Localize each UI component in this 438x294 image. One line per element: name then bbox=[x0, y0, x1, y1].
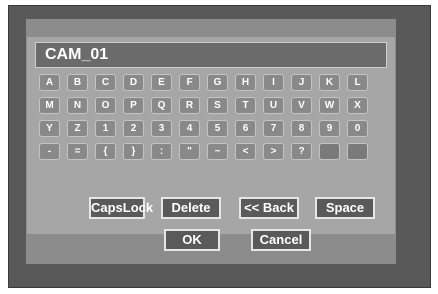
key[interactable]: S bbox=[207, 97, 228, 114]
key[interactable]: H bbox=[235, 74, 256, 91]
key[interactable]: G bbox=[207, 74, 228, 91]
key[interactable]: " bbox=[179, 143, 200, 160]
key-blank[interactable] bbox=[319, 143, 340, 160]
virtual-keyboard-dialog: CAM_01 ABCDEFGHIJKL MNOPQRSTUVWX YZ12345… bbox=[27, 37, 395, 251]
key[interactable]: Q bbox=[151, 97, 172, 114]
dialog-buttons: OK Cancel bbox=[27, 229, 395, 253]
key[interactable]: F bbox=[179, 74, 200, 91]
key[interactable]: 7 bbox=[263, 120, 284, 137]
space-button[interactable]: Space bbox=[315, 197, 375, 219]
key[interactable]: D bbox=[123, 74, 144, 91]
key[interactable]: } bbox=[123, 143, 144, 160]
key-row-4: - = {}: " ~ < >? bbox=[37, 143, 387, 160]
key[interactable]: L bbox=[347, 74, 368, 91]
key[interactable]: = bbox=[67, 143, 88, 160]
key[interactable]: Z bbox=[67, 120, 88, 137]
key[interactable]: I bbox=[263, 74, 284, 91]
key[interactable]: X bbox=[347, 97, 368, 114]
key[interactable]: E bbox=[151, 74, 172, 91]
key[interactable]: O bbox=[95, 97, 116, 114]
key[interactable]: 5 bbox=[207, 120, 228, 137]
key[interactable]: ~ bbox=[207, 143, 228, 160]
delete-button[interactable]: Delete bbox=[161, 197, 221, 219]
key[interactable]: 4 bbox=[179, 120, 200, 137]
key[interactable]: > bbox=[263, 143, 284, 160]
key[interactable]: { bbox=[95, 143, 116, 160]
key[interactable]: K bbox=[319, 74, 340, 91]
key[interactable]: 9 bbox=[319, 120, 340, 137]
key[interactable]: ? bbox=[291, 143, 312, 160]
key[interactable]: W bbox=[319, 97, 340, 114]
cancel-button[interactable]: Cancel bbox=[251, 229, 311, 251]
key[interactable]: < bbox=[235, 143, 256, 160]
ok-button[interactable]: OK bbox=[164, 229, 220, 251]
key[interactable]: 0 bbox=[347, 120, 368, 137]
key[interactable]: P bbox=[123, 97, 144, 114]
key-row-3: YZ1234567890 bbox=[37, 120, 387, 137]
key[interactable]: J bbox=[291, 74, 312, 91]
key[interactable]: T bbox=[235, 97, 256, 114]
key[interactable]: A bbox=[39, 74, 60, 91]
key[interactable]: C bbox=[95, 74, 116, 91]
edit-actions: CapsLock Delete << Back Space bbox=[27, 197, 395, 221]
key-row-1: ABCDEFGHIJKL bbox=[37, 74, 387, 91]
key[interactable]: 1 bbox=[95, 120, 116, 137]
name-input[interactable]: CAM_01 bbox=[35, 42, 387, 68]
key[interactable]: N bbox=[67, 97, 88, 114]
key[interactable]: M bbox=[39, 97, 60, 114]
key[interactable]: R bbox=[179, 97, 200, 114]
key[interactable]: Y bbox=[39, 120, 60, 137]
key[interactable]: V bbox=[291, 97, 312, 114]
key[interactable]: 8 bbox=[291, 120, 312, 137]
key[interactable]: - bbox=[39, 143, 60, 160]
key-blank[interactable] bbox=[347, 143, 368, 160]
keyboard: ABCDEFGHIJKL MNOPQRSTUVWX YZ1234567890 -… bbox=[37, 74, 387, 166]
key[interactable]: 2 bbox=[123, 120, 144, 137]
key[interactable]: U bbox=[263, 97, 284, 114]
key-row-2: MNOPQRSTUVWX bbox=[37, 97, 387, 114]
key[interactable]: : bbox=[151, 143, 172, 160]
key[interactable]: 6 bbox=[235, 120, 256, 137]
key[interactable]: B bbox=[67, 74, 88, 91]
capslock-button[interactable]: CapsLock bbox=[89, 197, 153, 219]
key[interactable]: 3 bbox=[151, 120, 172, 137]
back-button[interactable]: << Back bbox=[239, 197, 299, 219]
